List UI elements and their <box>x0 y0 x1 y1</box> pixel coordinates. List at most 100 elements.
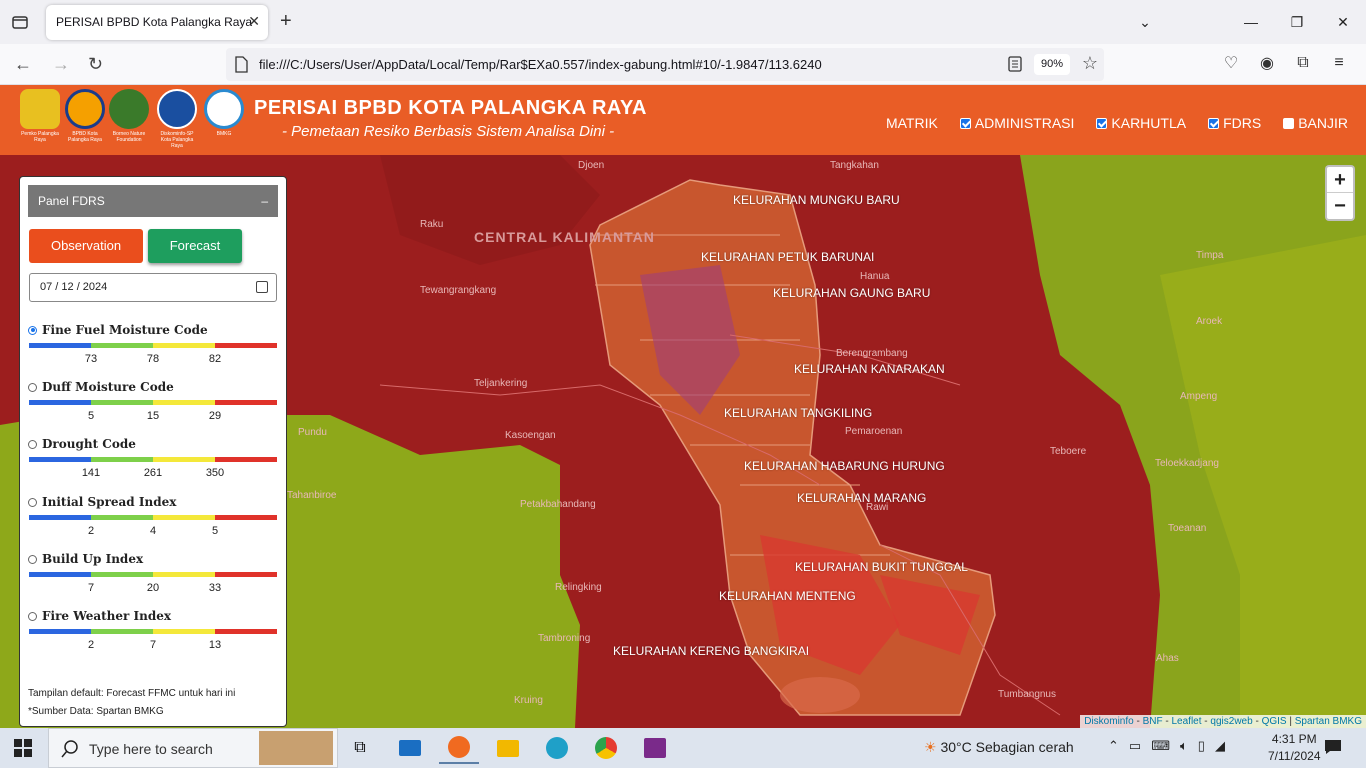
kelurahan-label[interactable]: KELURAHAN MARANG <box>797 491 926 505</box>
kelurahan-label[interactable]: KELURAHAN MENTENG <box>719 589 856 603</box>
windows-start-icon[interactable] <box>14 739 32 757</box>
scale-segment-red <box>215 343 277 348</box>
bookmark-star-icon[interactable]: ☆ <box>1082 53 1098 74</box>
index-option-ffmc[interactable]: Fine Fuel Moisture Code 73 78 82 <box>28 323 278 365</box>
clock[interactable]: 4:31 PM 7/11/2024 <box>1268 731 1321 765</box>
url-bar[interactable]: file:///C:/Users/User/AppData/Local/Temp… <box>226 48 1104 81</box>
panel-header[interactable]: Panel FDRS – <box>28 185 278 217</box>
index-option-bui[interactable]: Build Up Index 7 20 33 <box>28 552 278 594</box>
new-tab-icon[interactable]: + <box>280 10 292 33</box>
firefox-icon[interactable] <box>439 732 479 764</box>
forward-icon[interactable]: → <box>52 54 70 75</box>
chrome-icon[interactable] <box>586 732 626 764</box>
attribution-link[interactable]: Leaflet <box>1171 716 1201 727</box>
pocket-icon[interactable]: ♡ <box>1220 52 1242 74</box>
battery-icon[interactable]: ▯ <box>1198 738 1205 754</box>
checkbox-icon[interactable] <box>1283 117 1295 129</box>
forecast-button[interactable]: Forecast <box>148 229 242 263</box>
bpbd-logo-icon <box>65 89 105 129</box>
index-option-fwi[interactable]: Fire Weather Index 2 7 13 <box>28 609 278 651</box>
tick-label: 261 <box>143 467 163 479</box>
menu-matrik[interactable]: MATRIK <box>886 115 938 131</box>
map-zoom-control: + − <box>1325 165 1355 221</box>
layer-toggle-karhutla[interactable]: KARHUTLA <box>1096 115 1186 131</box>
zoom-level-badge[interactable]: 90% <box>1034 54 1070 75</box>
zoom-out-button[interactable]: − <box>1327 193 1353 219</box>
kelurahan-label[interactable]: KELURAHAN MUNGKU BARU <box>733 193 900 207</box>
kelurahan-label[interactable]: KELURAHAN TANGKILING <box>724 406 872 420</box>
app-header: Pemko Palangka Raya BPBD Kota Palangka R… <box>0 85 1366 155</box>
close-tab-icon[interactable]: ✕ <box>248 13 260 30</box>
collapse-icon[interactable]: – <box>261 185 268 217</box>
mail-icon[interactable] <box>390 732 430 764</box>
menu-icon[interactable]: ≡ <box>1328 52 1350 74</box>
reload-icon[interactable]: ↻ <box>88 54 103 75</box>
calendar-icon[interactable] <box>256 281 268 293</box>
radio-icon[interactable] <box>28 554 37 564</box>
place-label: Tewangrangkang <box>420 285 497 296</box>
wifi-icon[interactable]: ◢ <box>1215 738 1225 754</box>
scale-segment-blue <box>29 400 91 405</box>
account-icon[interactable]: ◉ <box>1256 52 1278 74</box>
place-label: Djoen <box>578 160 605 171</box>
browser-tab[interactable]: PERISAI BPBD Kota Palangka Raya ✕ <box>46 5 268 40</box>
network-icon[interactable]: ▭ <box>1129 738 1141 754</box>
index-option-isi[interactable]: Initial Spread Index 2 4 5 <box>28 495 278 537</box>
panel-title: Panel FDRS <box>38 194 105 208</box>
place-label: Pemaroenan <box>845 426 903 437</box>
radio-icon[interactable] <box>28 325 37 335</box>
notifications-icon[interactable] <box>1324 739 1342 755</box>
tab-list-icon[interactable] <box>10 12 30 32</box>
zoom-in-button[interactable]: + <box>1327 167 1353 193</box>
attribution-link[interactable]: qgis2web <box>1210 716 1252 727</box>
radio-icon[interactable] <box>28 382 37 392</box>
index-option-dmc[interactable]: Duff Moisture Code 5 15 29 <box>28 380 278 422</box>
winrar-icon[interactable] <box>635 732 675 764</box>
tab-overflow-icon[interactable]: ⌄ <box>1122 0 1168 44</box>
observation-button[interactable]: Observation <box>29 229 143 263</box>
kelurahan-label[interactable]: KELURAHAN PETUK BARUNAI <box>701 250 874 264</box>
volume-icon[interactable]: 🔈︎ <box>1180 738 1188 754</box>
back-icon[interactable]: ← <box>14 54 32 75</box>
url-text[interactable]: file:///C:/Users/User/AppData/Local/Temp… <box>259 57 822 72</box>
logo-bpbd: BPBD Kota Palangka Raya <box>63 89 107 143</box>
radio-icon[interactable] <box>28 611 37 621</box>
attribution-link[interactable]: BNF <box>1143 716 1163 727</box>
kelurahan-label[interactable]: KELURAHAN KANARAKAN <box>794 362 945 376</box>
date-input[interactable]: 07 / 12 / 2024 <box>29 273 277 302</box>
task-view-icon[interactable]: ⧉ <box>340 732 380 764</box>
edge-icon[interactable] <box>537 732 577 764</box>
taskbar-search[interactable]: Type here to search <box>48 728 338 768</box>
index-option-dc[interactable]: Drought Code 141 261 350 <box>28 437 278 479</box>
checkbox-icon[interactable] <box>1208 117 1220 129</box>
close-window-icon[interactable]: ✕ <box>1320 0 1366 44</box>
attribution-link[interactable]: Diskominfo <box>1084 716 1133 727</box>
checkbox-icon[interactable] <box>959 117 971 129</box>
radio-icon[interactable] <box>28 497 37 507</box>
extensions-icon[interactable]: ⧉ <box>1292 52 1314 74</box>
tick-label: 29 <box>208 410 222 422</box>
show-hidden-icons-icon[interactable]: ⌃ <box>1108 738 1119 754</box>
kelurahan-label[interactable]: KELURAHAN GAUNG BARU <box>773 286 930 300</box>
kelurahan-label[interactable]: KELURAHAN BUKIT TUNGGAL <box>795 560 968 574</box>
tick-label: 73 <box>84 353 98 365</box>
keyboard-icon[interactable]: ⌨ <box>1151 738 1170 754</box>
radio-icon[interactable] <box>28 439 37 449</box>
file-explorer-icon[interactable] <box>488 732 528 764</box>
tick-label: 350 <box>205 467 225 479</box>
minimize-icon[interactable]: — <box>1228 0 1274 44</box>
kelurahan-label[interactable]: KELURAHAN KERENG BANGKIRAI <box>613 644 809 658</box>
reader-view-icon[interactable] <box>1008 56 1022 72</box>
index-label: Build Up Index <box>42 552 144 566</box>
attribution-link[interactable]: QGIS <box>1262 716 1287 727</box>
weather-widget[interactable]: ☀ 30°C Sebagian cerah <box>924 739 1074 756</box>
layer-toggle-banjir[interactable]: BANJIR <box>1283 115 1348 131</box>
restore-icon[interactable]: ❐ <box>1274 0 1320 44</box>
layer-menu: MATRIK ADMINISTRASI KARHUTLA FDRS BANJIR <box>886 115 1348 131</box>
attribution-link[interactable]: Spartan BMKG <box>1295 716 1362 727</box>
kelurahan-label[interactable]: KELURAHAN HABARUNG HURUNG <box>744 459 945 473</box>
layer-toggle-fdrs[interactable]: FDRS <box>1208 115 1261 131</box>
checkbox-icon[interactable] <box>1096 117 1108 129</box>
layer-toggle-administrasi[interactable]: ADMINISTRASI <box>959 115 1074 131</box>
scale-segment-green <box>91 515 153 520</box>
